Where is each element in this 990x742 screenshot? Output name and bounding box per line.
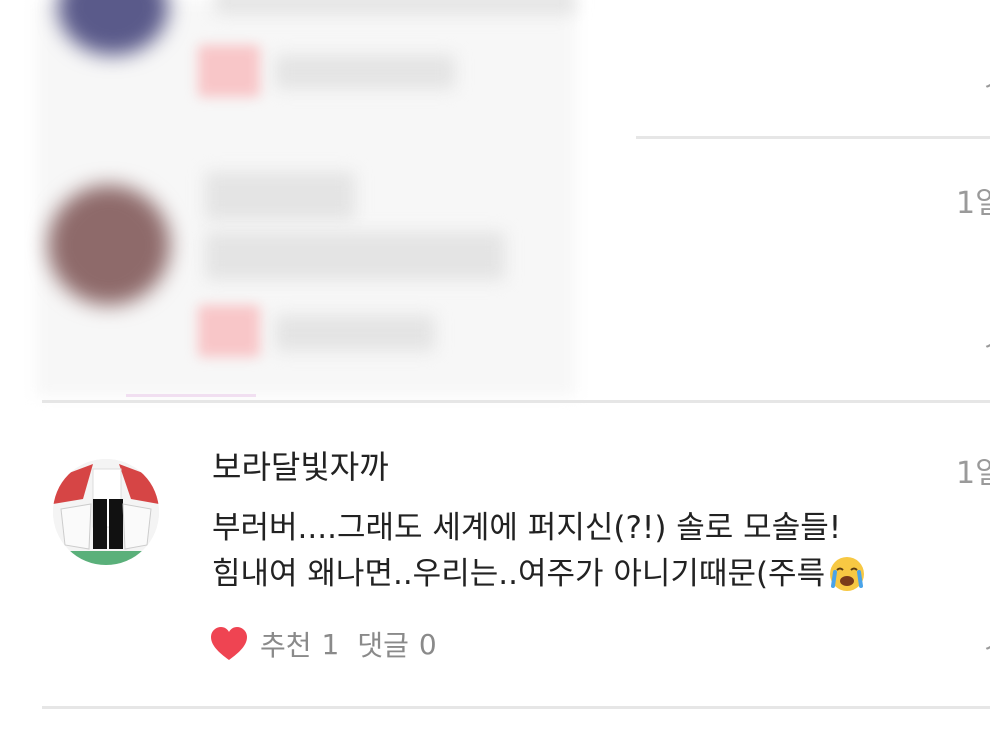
blurred-actions-2 xyxy=(275,315,435,351)
like-label[interactable]: 추천 xyxy=(260,624,312,664)
divider-3 xyxy=(42,706,990,709)
comment-author[interactable]: 보라달빛자까 xyxy=(212,445,389,489)
blurred-text-2b xyxy=(205,232,505,280)
more-icon[interactable]: ㅅ xyxy=(982,632,990,658)
blurred-heart-2 xyxy=(198,305,260,357)
comment-date: 1일 xyxy=(956,456,990,491)
comment-line: 부러버....그래도 세계에 퍼지신(?!) 솔로 모솔들! xyxy=(212,510,842,546)
pink-accent-line xyxy=(126,394,256,397)
comment-content: 부러버....그래도 세계에 퍼지신(?!) 솔로 모솔들! 힘내여 왜나면..… xyxy=(212,505,957,597)
comment-date: 1일 xyxy=(956,186,990,221)
heart-icon[interactable] xyxy=(210,626,248,662)
crying-emoji-icon xyxy=(829,556,865,592)
more-icon[interactable]: ㅅ xyxy=(982,70,990,96)
divider-2 xyxy=(42,400,990,403)
reply-count: 0 xyxy=(418,627,437,661)
blurred-text-1 xyxy=(215,0,575,14)
like-count: 1 xyxy=(321,627,340,661)
blurred-actions-1 xyxy=(275,55,455,89)
blurred-text-2a xyxy=(205,172,355,220)
blurred-heart-1 xyxy=(198,45,260,97)
reply-label[interactable]: 댓글 xyxy=(357,624,409,664)
comment-line-text: 힘내여 왜나면..우리는..여주가 아니기때문(주륵 xyxy=(212,556,826,592)
comment-actions: 추천 1 댓글 0 xyxy=(210,623,455,665)
comment-line: 힘내여 왜나면..우리는..여주가 아니기때문(주륵 xyxy=(212,551,957,597)
more-icon[interactable]: ㅅ xyxy=(982,330,990,356)
blurred-avatar-2 xyxy=(48,185,170,305)
divider-1 xyxy=(636,136,990,139)
avatar[interactable] xyxy=(53,459,159,565)
